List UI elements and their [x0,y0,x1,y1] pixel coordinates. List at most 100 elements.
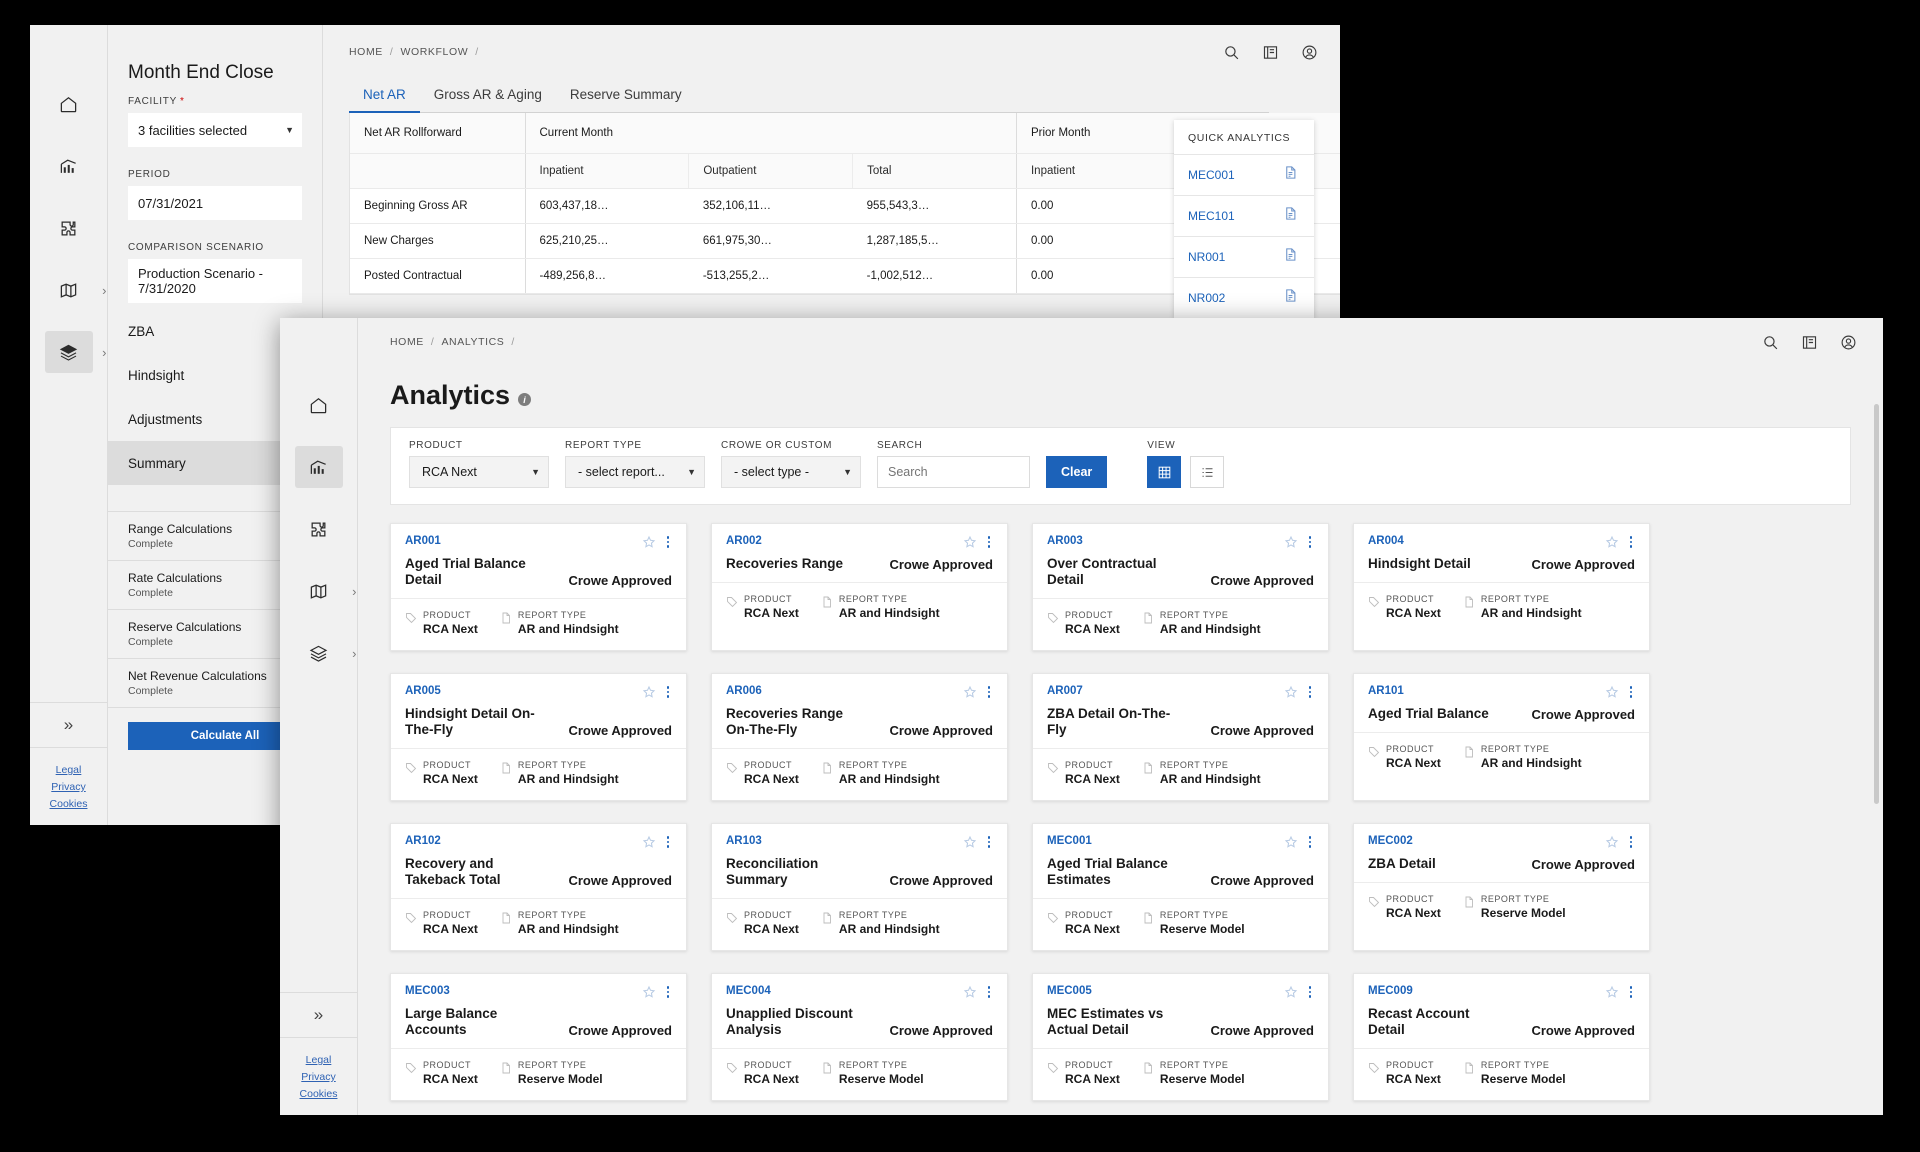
breadcrumb-home[interactable]: HOME [349,46,383,58]
quick-analytics-item[interactable]: MEC101 [1174,195,1314,236]
card-menu-ic[interactable] [1306,985,1315,999]
report-doc-icon[interactable] [1283,288,1298,308]
report-card[interactable]: AR101 Aged Trial Balance Crowe Approved [1353,673,1650,801]
card-menu-icon[interactable] [1306,685,1315,699]
map-icon[interactable]: › [45,269,107,311]
report-card[interactable]: AR001 Aged Trial Balance Detail Crowe Ap… [390,523,687,651]
favorite-star-icon[interactable] [963,985,977,999]
favorite-star-icon[interactable] [1284,835,1298,849]
legal-link[interactable]: Legal [280,1052,357,1069]
report-card[interactable]: AR005 Hindsight Detail On-The-Fly Crowe … [390,673,687,801]
facility-select[interactable]: 3 facilities selected ▼ [128,113,302,147]
breadcrumb-home[interactable]: HOME [390,336,424,348]
favorite-star-icon[interactable] [1605,685,1619,699]
favorite-star-icon[interactable] [963,835,977,849]
card-menu-icon[interactable] [1627,535,1636,549]
card-menu-icon[interactable] [664,685,673,699]
tab-net-ar[interactable]: Net AR [349,79,420,113]
card-menu-icon[interactable] [664,535,673,549]
breadcrumb-workflow[interactable]: WORKFLOW [400,46,468,58]
puzzle-icon[interactable] [295,508,343,550]
cookies-link[interactable]: Cookies [280,1086,357,1103]
layers-icon[interactable]: › [44,331,107,373]
home-icon[interactable] [295,384,343,426]
report-doc-icon[interactable] [1283,206,1298,226]
report-card[interactable]: AR003 Over Contractual Detail Crowe Appr… [1032,523,1329,651]
breadcrumb-analytics[interactable]: ANALYTICS [441,336,504,348]
card-menu-icon[interactable] [1627,985,1636,999]
product-select[interactable]: RCA Next ▼ [409,456,549,488]
sub-header-outpatient-cm[interactable]: Outpatient [688,153,853,189]
favorite-star-icon[interactable] [963,685,977,699]
sub-header-inpatient-pm[interactable]: Inpatient [1015,153,1181,189]
list-view-button[interactable] [1190,456,1225,488]
card-menu-icon[interactable] [664,985,673,999]
favorite-star-icon[interactable] [1605,535,1619,549]
cookies-link[interactable]: Cookies [30,796,107,813]
map-icon[interactable]: › [295,570,357,612]
card-menu-icon[interactable] [985,535,994,549]
grid-view-button[interactable] [1147,456,1182,488]
card-menu-icon[interactable] [1306,835,1315,849]
favorite-star-icon[interactable] [642,535,656,549]
report-card[interactable]: AR004 Hindsight Detail Crowe Approved PR… [1353,523,1650,651]
tab-reserve-summary[interactable]: Reserve Summary [556,79,696,113]
search-icon[interactable] [1762,334,1779,351]
layers-icon[interactable]: › [295,632,357,674]
report-card[interactable]: MEC004 Unapplied Discount Analysis Crowe… [711,973,1008,1101]
sub-header-total-cm[interactable]: Total [852,153,1017,189]
favorite-star-icon[interactable] [1605,835,1619,849]
comparison-select[interactable]: Production Scenario - 7/31/2020 [128,259,302,303]
book-icon[interactable] [1801,334,1818,351]
report-card[interactable]: AR102 Recovery and Takeback Total Crowe … [390,823,687,951]
report-card[interactable]: MEC002 ZBA Detail Crowe Approved PRODUCT… [1353,823,1650,951]
report-doc-icon[interactable] [1283,165,1298,185]
favorite-star-icon[interactable] [1284,985,1298,999]
report-type-select[interactable]: - select report... ▼ [565,456,705,488]
favorite-star-icon[interactable] [642,835,656,849]
account-icon[interactable] [1840,334,1857,351]
expand-rail-button[interactable]: » [30,702,107,748]
card-menu-icon[interactable] [985,685,994,699]
card-menu-icon[interactable] [1627,835,1636,849]
analytics-icon[interactable] [45,145,93,187]
favorite-star-icon[interactable] [963,535,977,549]
report-card[interactable]: AR007 ZBA Detail On-The-Fly Crowe Approv… [1032,673,1329,801]
card-menu-icon[interactable] [1306,535,1315,549]
tab-gross-ar-aging[interactable]: Gross AR & Aging [420,79,556,113]
favorite-star-icon[interactable] [642,685,656,699]
info-icon[interactable]: i [518,393,532,406]
home-icon[interactable] [45,83,93,125]
report-card[interactable]: MEC003 Large Balance Accounts Crowe Appr… [390,973,687,1101]
legal-link[interactable]: Legal [30,762,107,779]
report-card[interactable]: MEC009 Recast Account Detail Crowe Appro… [1353,973,1650,1101]
report-doc-icon[interactable] [1283,247,1298,267]
report-card[interactable]: AR103 Reconciliation Summary Crowe Appro… [711,823,1008,951]
report-card[interactable]: AR006 Recoveries Range On-The-Fly Crowe … [711,673,1008,801]
report-card[interactable]: MEC001 Aged Trial Balance Estimates Crow… [1032,823,1329,951]
quick-analytics-item[interactable]: MEC001 [1174,154,1314,195]
favorite-star-icon[interactable] [1605,985,1619,999]
account-icon[interactable] [1301,44,1318,61]
period-input[interactable]: 07/31/2021 [128,186,302,220]
favorite-star-icon[interactable] [1284,685,1298,699]
favorite-star-icon[interactable] [1284,535,1298,549]
privacy-link[interactable]: Privacy [280,1069,357,1086]
book-icon[interactable] [1262,44,1279,61]
report-card[interactable]: MEC005 MEC Estimates vs Actual Detail Cr… [1032,973,1329,1101]
card-menu-icon[interactable] [1627,685,1636,699]
search-input[interactable] [888,465,1019,479]
privacy-link[interactable]: Privacy [30,779,107,796]
expand-rail-button[interactable]: » [280,992,357,1038]
clear-button[interactable]: Clear [1046,456,1108,488]
report-card[interactable]: AR002 Recoveries Range Crowe Approved PR… [711,523,1008,651]
favorite-star-icon[interactable] [642,985,656,999]
card-menu-icon[interactable] [985,985,994,999]
puzzle-icon[interactable] [45,207,93,249]
quick-analytics-item[interactable]: NR002 [1174,277,1314,318]
search-icon[interactable] [1223,44,1240,61]
analytics-vertical-scrollbar[interactable] [1874,404,1879,804]
sub-header-inpatient-cm[interactable]: Inpatient [524,153,689,189]
quick-analytics-item[interactable]: NR001 [1174,236,1314,277]
crowe-or-custom-select[interactable]: - select type - ▼ [721,456,861,488]
